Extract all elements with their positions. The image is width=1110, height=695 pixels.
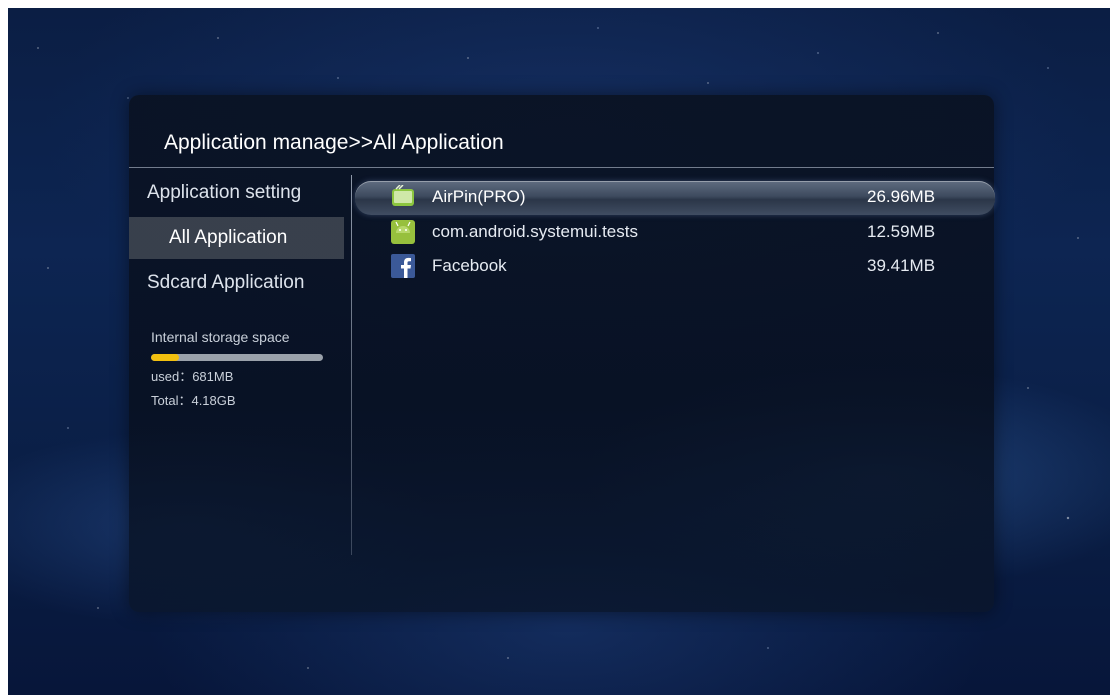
android-icon xyxy=(391,220,415,244)
app-manager-panel: Application manage>>All Application Appl… xyxy=(129,95,995,612)
facebook-icon xyxy=(391,254,415,278)
column-divider xyxy=(351,175,352,555)
tv-screen: Application manage>>All Application Appl… xyxy=(8,8,1110,695)
storage-progress-bar xyxy=(151,354,323,361)
sidebar-item-application-setting[interactable]: Application setting xyxy=(129,172,344,214)
sidebar: Application setting All Application Sdca… xyxy=(129,168,344,612)
app-name: AirPin(PRO) xyxy=(432,187,526,206)
app-row-facebook[interactable]: Facebook 39.41MB xyxy=(355,250,995,284)
sidebar-item-all-application[interactable]: All Application xyxy=(129,217,344,259)
storage-info: Internal storage space used：681MB Total：… xyxy=(151,328,323,409)
app-name: com.android.systemui.tests xyxy=(432,222,638,241)
app-row-systemui-tests[interactable]: com.android.systemui.tests 12.59MB xyxy=(355,216,995,250)
app-size: 12.59MB xyxy=(867,222,936,241)
app-size: 39.41MB xyxy=(867,256,936,275)
airpin-icon xyxy=(392,185,414,206)
storage-label: Internal storage space xyxy=(151,329,290,345)
app-name: Facebook xyxy=(432,256,507,275)
sidebar-item-sdcard-application[interactable]: Sdcard Application xyxy=(129,262,344,304)
app-size: 26.96MB xyxy=(867,187,936,206)
app-row-airpin[interactable]: AirPin(PRO) 26.96MB xyxy=(355,181,995,215)
storage-total: Total：4.18GB xyxy=(151,393,236,408)
storage-used: used：681MB xyxy=(151,369,234,384)
page-title: Application manage>>All Application xyxy=(164,131,504,154)
storage-progress-fill xyxy=(151,354,179,361)
